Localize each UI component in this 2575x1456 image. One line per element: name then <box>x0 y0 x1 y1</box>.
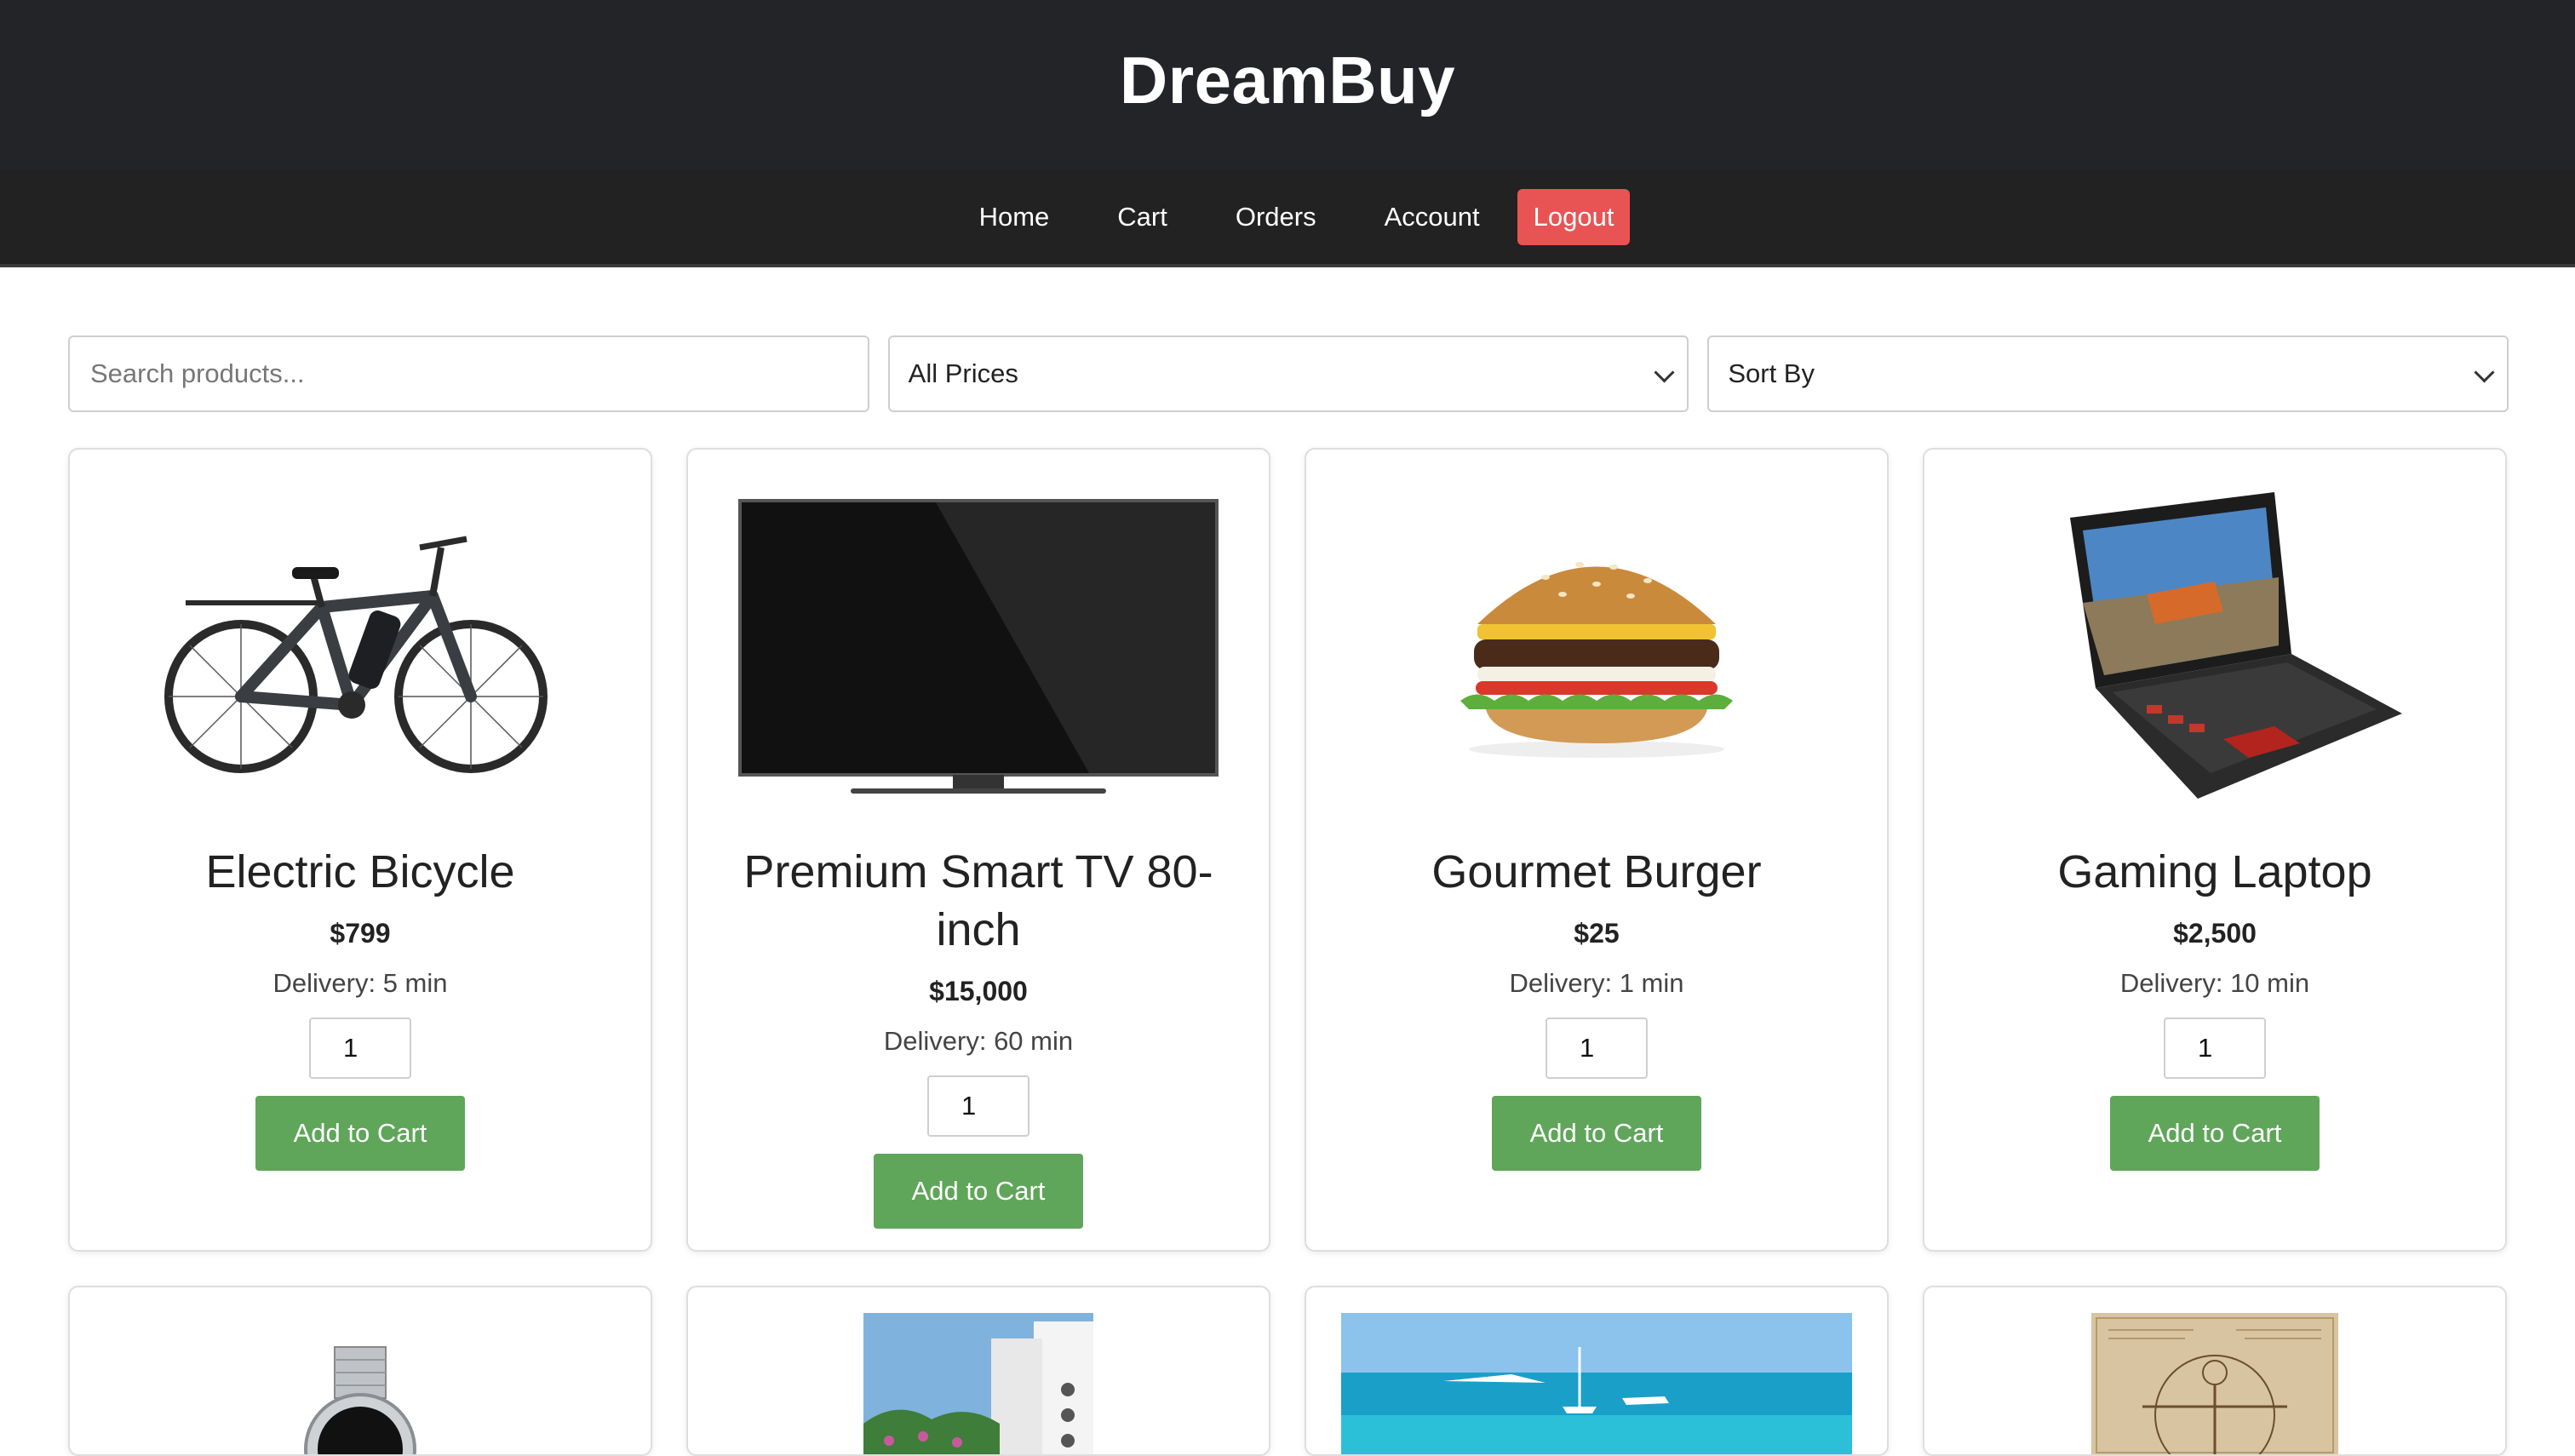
sort-value: Sort By <box>1728 358 1815 388</box>
product-price: $2,500 <box>2173 918 2257 949</box>
product-card <box>1923 1286 2507 1456</box>
sort-select[interactable]: Sort By <box>1707 335 2509 412</box>
site-header: DreamBuy <box>0 0 2575 170</box>
vitruvian-man-image <box>1952 1313 2478 1454</box>
brand-title[interactable]: DreamBuy <box>1120 42 1455 119</box>
quantity-input[interactable]: 1 <box>1546 1017 1648 1079</box>
filter-bar: All Prices Sort By <box>68 335 2509 412</box>
add-to-cart-button[interactable]: Add to Cart <box>255 1096 465 1171</box>
product-card: Gourmet Burger $25 Delivery: 1 min 1 Add… <box>1305 448 1889 1252</box>
product-title: Gourmet Burger <box>1431 846 1762 897</box>
product-grid: Electric Bicycle $799 Delivery: 5 min 1 … <box>68 448 2509 1456</box>
burger-image <box>1333 475 1860 816</box>
price-filter-select[interactable]: All Prices <box>887 335 1689 412</box>
price-filter-value: All Prices <box>908 358 1018 388</box>
chevron-down-icon <box>2474 362 2495 383</box>
product-title: Premium Smart TV 80-inch <box>743 846 1213 955</box>
product-delivery: Delivery: 10 min <box>2119 968 2310 998</box>
chevron-down-icon <box>1654 362 1675 383</box>
product-card: Premium Smart TV 80-inch $15,000 Deliver… <box>686 448 1270 1252</box>
product-delivery: Delivery: 60 min <box>883 1026 1074 1056</box>
bicycle-image <box>97 475 623 816</box>
nav-cart-link[interactable]: Cart <box>1083 189 1201 245</box>
quantity-input[interactable]: 1 <box>309 1017 411 1079</box>
yacht-sea-image <box>1333 1313 1860 1454</box>
product-price: $15,000 <box>929 976 1028 1006</box>
product-delivery: Delivery: 5 min <box>272 968 448 998</box>
product-title: Gaming Laptop <box>2057 846 2372 897</box>
add-to-cart-button[interactable]: Add to Cart <box>1492 1096 1701 1171</box>
search-input[interactable] <box>89 358 849 390</box>
product-card <box>686 1286 1270 1456</box>
product-price: $799 <box>330 918 391 949</box>
main-nav: Home Cart Orders Account Logout <box>0 170 2575 267</box>
product-price: $25 <box>1574 918 1620 949</box>
villa-image <box>715 1313 1242 1454</box>
quantity-input[interactable]: 1 <box>2164 1017 2266 1079</box>
product-card: Gaming Laptop $2,500 Delivery: 10 min 1 … <box>1923 448 2507 1252</box>
product-delivery: Delivery: 1 min <box>1509 968 1684 998</box>
logout-button[interactable]: Logout <box>1517 189 1631 245</box>
product-card <box>68 1286 652 1456</box>
laptop-image <box>1952 475 2478 816</box>
add-to-cart-button[interactable]: Add to Cart <box>874 1154 1083 1229</box>
product-card: Electric Bicycle $799 Delivery: 5 min 1 … <box>68 448 652 1252</box>
product-title: Electric Bicycle <box>205 846 515 897</box>
product-card <box>1305 1286 1889 1456</box>
search-box[interactable] <box>68 335 869 412</box>
nav-home-link[interactable]: Home <box>945 189 1084 245</box>
watch-image <box>97 1313 623 1454</box>
nav-account-link[interactable]: Account <box>1351 189 1514 245</box>
quantity-input[interactable]: 1 <box>927 1075 1029 1137</box>
add-to-cart-button[interactable]: Add to Cart <box>2110 1096 2320 1171</box>
nav-orders-link[interactable]: Orders <box>1201 189 1351 245</box>
tv-image <box>715 475 1242 816</box>
